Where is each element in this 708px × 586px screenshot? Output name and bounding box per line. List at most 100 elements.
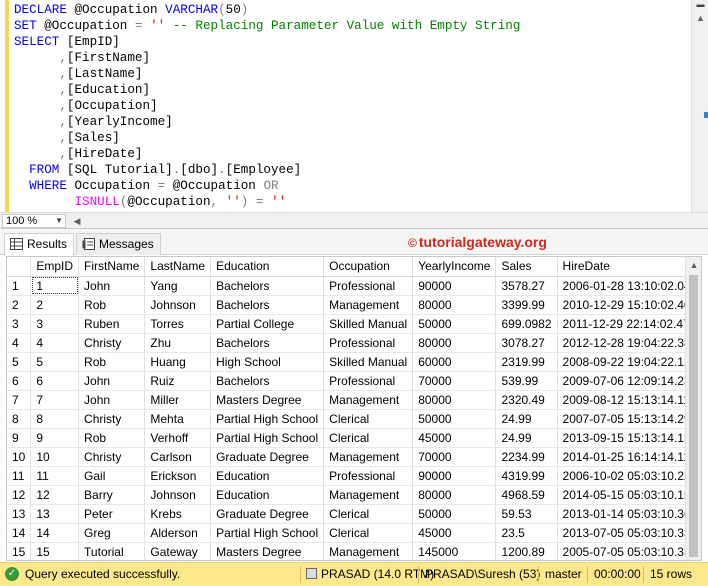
table-cell[interactable]: 80000	[412, 333, 497, 353]
table-cell[interactable]: 50000	[412, 504, 497, 524]
table-cell[interactable]: Professional	[323, 276, 414, 296]
table-cell[interactable]: 539.99	[495, 371, 558, 391]
table-cell[interactable]: 2	[30, 295, 80, 315]
row-number[interactable]: 11	[7, 466, 32, 486]
table-cell[interactable]: Miller	[144, 390, 212, 410]
results-grid[interactable]: EmpID FirstName LastName Education Occupatio…	[6, 256, 702, 561]
table-cell[interactable]: Johnson	[144, 485, 212, 505]
grid-vertical-scrollbar[interactable]: ▲	[685, 257, 701, 560]
row-number-header[interactable]	[7, 257, 32, 277]
table-cell[interactable]: 2013-09-15 15:13:14.137	[557, 428, 701, 448]
table-cell[interactable]: 12	[30, 485, 80, 505]
table-cell[interactable]: 2009-08-12 15:13:14.113	[557, 390, 701, 410]
column-header[interactable]: Education	[210, 257, 325, 277]
column-header[interactable]: YearlyIncome	[412, 257, 497, 277]
table-cell[interactable]: 2014-01-25 16:14:14.110	[557, 447, 701, 467]
table-cell[interactable]: 2234.99	[495, 447, 558, 467]
table-cell[interactable]: Masters Degree	[210, 542, 325, 560]
table-cell[interactable]: Torres	[144, 314, 212, 334]
table-cell[interactable]: Bachelors	[210, 276, 325, 296]
table-row[interactable]: 14 14 Greg Alderson Partial High School Cleri…	[7, 523, 701, 543]
table-cell[interactable]: 4	[30, 333, 80, 353]
row-number[interactable]: 15	[7, 542, 32, 560]
table-row[interactable]: 5 5 Rob Huang High School Skilled Manual 60000…	[7, 352, 701, 372]
table-cell[interactable]: Tutorial	[78, 542, 146, 560]
table-cell[interactable]: Education	[210, 466, 325, 486]
tab-messages[interactable]: Messages	[76, 233, 161, 255]
code-line[interactable]: SET @Occupation = '' -- Replacing Parame…	[14, 18, 520, 34]
tab-results[interactable]: Results	[4, 233, 75, 256]
code-line[interactable]: ,[LastName]	[14, 66, 520, 82]
table-cell[interactable]: 70000	[412, 371, 497, 391]
column-header[interactable]: LastName	[144, 257, 212, 277]
table-row[interactable]: 3 3 Ruben Torres Partial College Skilled Manu…	[7, 314, 701, 334]
table-cell[interactable]: 2319.99	[495, 352, 558, 372]
table-cell[interactable]: 90000	[412, 276, 497, 296]
table-cell[interactable]: Graduate Degree	[210, 504, 325, 524]
table-cell[interactable]: Bachelors	[210, 371, 325, 391]
table-cell[interactable]: 2011-12-29 22:14:02.470	[557, 314, 701, 334]
table-cell[interactable]: 45000	[412, 428, 497, 448]
scroll-left-icon[interactable]: ◀	[70, 214, 84, 228]
table-cell[interactable]: Bachelors	[210, 333, 325, 353]
table-cell[interactable]: Huang	[144, 352, 212, 372]
code-line[interactable]: DECLARE @Occupation VARCHAR(50)	[14, 2, 520, 18]
table-cell[interactable]: 10	[30, 447, 80, 467]
table-cell[interactable]: John	[78, 276, 146, 296]
table-cell[interactable]: 80000	[412, 485, 497, 505]
row-number[interactable]: 6	[7, 371, 32, 391]
column-header[interactable]: Sales	[495, 257, 558, 277]
table-cell[interactable]: Mehta	[144, 409, 212, 429]
table-cell[interactable]: Krebs	[144, 504, 212, 524]
table-cell[interactable]: 2320.49	[495, 390, 558, 410]
table-cell[interactable]: Zhu	[144, 333, 212, 353]
table-cell[interactable]: Christy	[78, 409, 146, 429]
table-cell[interactable]: Management	[323, 447, 414, 467]
row-number[interactable]: 10	[7, 447, 32, 467]
code-line[interactable]: FROM [SQL Tutorial].[dbo].[Employee]	[14, 162, 520, 178]
table-cell[interactable]: 14	[30, 523, 80, 543]
code-line[interactable]: SELECT [EmpID]	[14, 34, 520, 50]
code-line[interactable]: ,[Sales]	[14, 130, 520, 146]
table-cell[interactable]: 8	[30, 409, 80, 429]
table-cell[interactable]: 2009-07-06 12:09:14.237	[557, 371, 701, 391]
table-cell[interactable]: 80000	[412, 295, 497, 315]
table-cell[interactable]: Skilled Manual	[323, 314, 414, 334]
table-cell[interactable]: 90000	[412, 466, 497, 486]
scroll-thumb[interactable]	[689, 275, 698, 557]
table-cell[interactable]: 4319.99	[495, 466, 558, 486]
table-cell[interactable]: 2013-07-05 05:03:10.333	[557, 523, 701, 543]
table-cell[interactable]: Yang	[144, 276, 212, 296]
table-cell[interactable]: 24.99	[495, 428, 558, 448]
table-cell[interactable]: Clerical	[323, 409, 414, 429]
table-row[interactable]: 11 11 Gail Erickson Education Professional 900…	[7, 466, 701, 486]
table-cell[interactable]: Gateway	[144, 542, 212, 560]
table-cell[interactable]: Masters Degree	[210, 390, 325, 410]
table-row[interactable]: 9 9 Rob Verhoff Partial High School Clerical 4…	[7, 428, 701, 448]
table-row[interactable]: 13 13 Peter Krebs Graduate Degree Clerical 500…	[7, 504, 701, 524]
table-cell[interactable]: Management	[323, 485, 414, 505]
table-cell[interactable]: Clerical	[323, 428, 414, 448]
table-cell[interactable]: Professional	[323, 333, 414, 353]
table-cell[interactable]: 2013-01-14 05:03:10.367	[557, 504, 701, 524]
editor-vertical-scrollbar[interactable]: ▬ ▲	[691, 0, 708, 212]
row-number[interactable]: 8	[7, 409, 32, 429]
code-line[interactable]: WHERE Occupation = @Occupation OR	[14, 178, 520, 194]
table-cell[interactable]: 11	[30, 466, 80, 486]
table-cell[interactable]: 24.99	[495, 409, 558, 429]
table-cell[interactable]: Rob	[78, 295, 146, 315]
table-row[interactable]: 8 8 Christy Mehta Partial High School Clerica…	[7, 409, 701, 429]
row-number[interactable]: 3	[7, 314, 32, 334]
table-cell[interactable]: 2006-01-28 13:10:02.047	[557, 276, 701, 296]
table-cell[interactable]: John	[78, 390, 146, 410]
table-row[interactable]: 4 4 Christy Zhu Bachelors Professional 80000 30…	[7, 333, 701, 353]
code-line[interactable]: ,[HireDate]	[14, 146, 520, 162]
table-cell[interactable]: 50000	[412, 314, 497, 334]
table-row[interactable]: 1 1 John Yang Bachelors Professional 90000 3578…	[7, 276, 701, 296]
table-cell[interactable]: Rob	[78, 428, 146, 448]
row-number[interactable]: 7	[7, 390, 32, 410]
table-cell[interactable]: Professional	[323, 466, 414, 486]
table-cell[interactable]: 699.0982	[495, 314, 558, 334]
column-header[interactable]: Occupation	[323, 257, 414, 277]
table-cell[interactable]: 7	[30, 390, 80, 410]
